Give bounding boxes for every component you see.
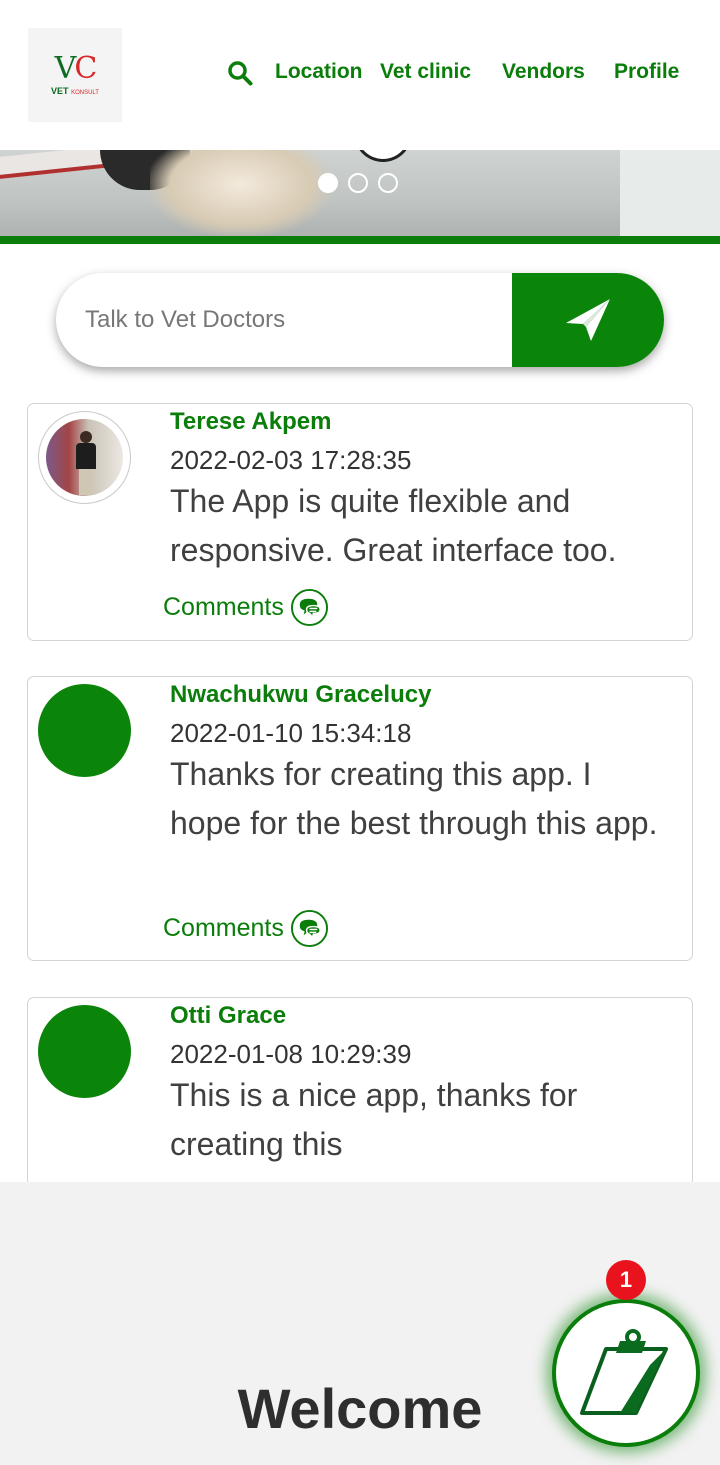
post-author[interactable]: Nwachukwu Gracelucy <box>170 681 431 709</box>
comments-label: Comments <box>163 914 284 942</box>
avatar[interactable] <box>38 1005 131 1098</box>
hero-carousel[interactable] <box>0 150 720 236</box>
post-body: The App is quite flexible and responsive… <box>170 483 617 568</box>
logo-subtitle: VET <box>51 86 69 96</box>
avatar[interactable] <box>38 684 131 777</box>
app-header: VC VET KONSULT Location Vet clinic Vendo… <box>0 0 720 150</box>
post-card: Nwachukwu Gracelucy 2022-01-10 15:34:18 … <box>27 676 693 961</box>
search-icon[interactable] <box>227 60 253 91</box>
avatar[interactable] <box>38 411 131 504</box>
nav-vendors[interactable]: Vendors <box>502 60 585 84</box>
post-author[interactable]: Terese Akpem <box>170 408 331 436</box>
app-logo[interactable]: VC VET KONSULT <box>28 28 122 122</box>
post-body: This is a nice app, thanks for creating … <box>170 1077 578 1162</box>
post-author[interactable]: Otti Grace <box>170 1002 286 1030</box>
notification-badge: 1 <box>606 1260 646 1300</box>
send-icon <box>566 299 610 341</box>
comments-label: Comments <box>163 593 284 621</box>
divider <box>0 236 720 244</box>
comment-icon <box>290 588 328 627</box>
post-date: 2022-02-03 17:28:35 <box>170 445 412 475</box>
nav-profile[interactable]: Profile <box>614 60 679 84</box>
post-date: 2022-01-10 15:34:18 <box>170 718 412 748</box>
ask-vet-bar <box>56 273 664 367</box>
post-card: Terese Akpem 2022-02-03 17:28:35 The App… <box>27 403 693 641</box>
nav-vet-clinic[interactable]: Vet clinic <box>380 60 471 84</box>
post-date: 2022-01-08 10:29:39 <box>170 1039 412 1069</box>
carousel-dot-3[interactable] <box>378 173 398 193</box>
logo-mark: VC <box>54 51 98 86</box>
ask-vet-input[interactable] <box>56 273 512 367</box>
logo-tag: KONSULT <box>71 90 99 96</box>
send-button[interactable] <box>512 273 664 367</box>
comments-link[interactable]: Comments <box>163 588 329 627</box>
carousel-dot-2[interactable] <box>348 173 368 193</box>
comments-link[interactable]: Comments <box>163 909 329 948</box>
nav-location[interactable]: Location <box>275 60 363 84</box>
clipboard-icon <box>580 1329 668 1415</box>
post-body: Thanks for creating this app. I hope for… <box>170 756 658 841</box>
carousel-dot-1[interactable] <box>318 173 338 193</box>
comment-icon <box>290 909 328 948</box>
carousel-indicators <box>318 173 398 193</box>
clipboard-fab[interactable] <box>552 1299 700 1447</box>
